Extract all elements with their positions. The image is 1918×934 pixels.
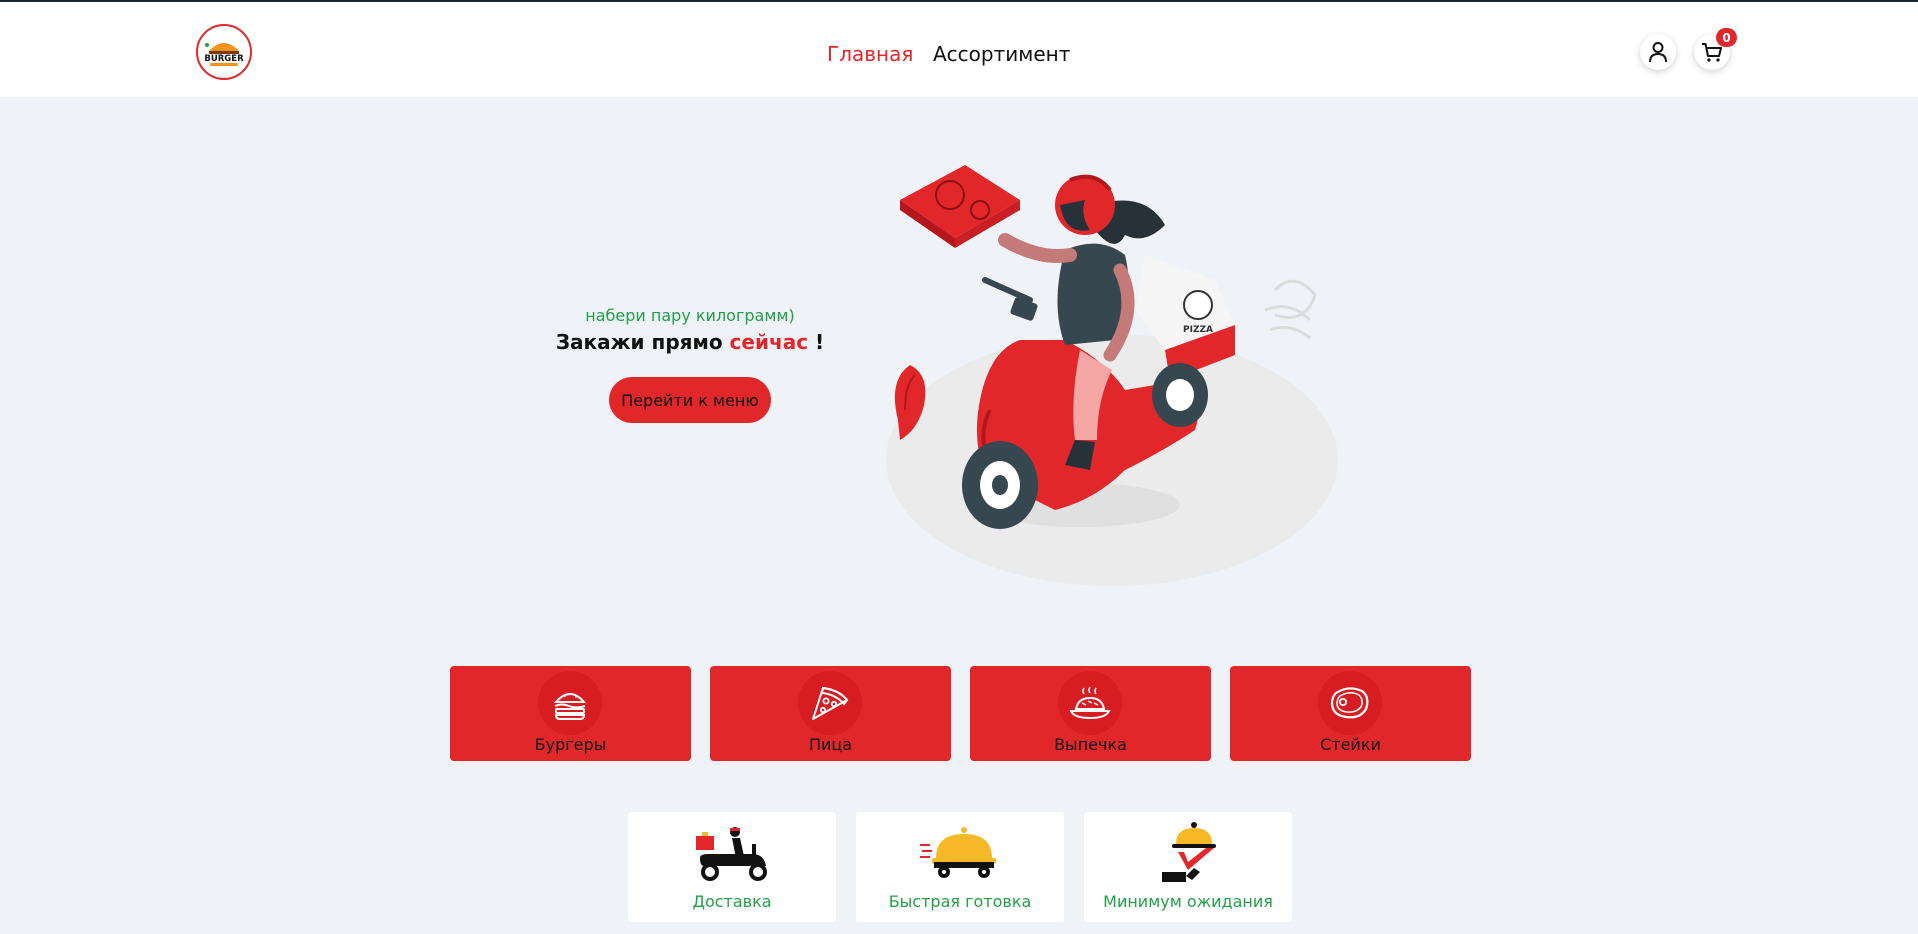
svg-text:PIZZA: PIZZA <box>1183 325 1213 335</box>
hero-title: Закажи прямо сейчас ! <box>555 330 825 354</box>
pastry-icon <box>1069 686 1111 720</box>
category-pizza[interactable]: Пица <box>710 666 951 761</box>
category-steaks[interactable]: Стейки <box>1230 666 1471 761</box>
category-icon-bg <box>1318 671 1382 735</box>
feature-delivery: Доставка <box>628 812 836 922</box>
category-burgers[interactable]: Бургеры <box>450 666 691 761</box>
go-to-menu-button[interactable]: Перейти к меню <box>609 377 771 423</box>
site-header: BURGER Главная Ассортимент 0 <box>0 2 1918 97</box>
hero-subtitle: набери пару килограмм) <box>585 306 795 325</box>
category-icon-bg <box>1058 671 1122 735</box>
category-icon-bg <box>798 671 862 735</box>
category-label: Пица <box>808 735 853 754</box>
fast-cloche-icon <box>920 827 996 878</box>
feature-fast-cooking: Быстрая готовка <box>856 812 1064 922</box>
delivery-scooter-illustration: PIZZA <box>886 165 1338 586</box>
category-icon-bg <box>538 671 602 735</box>
category-pastry[interactable]: Выпечка <box>970 666 1211 761</box>
user-icon <box>1649 42 1667 63</box>
nav-assortment-link[interactable]: Ассортимент <box>933 42 1070 66</box>
svg-text:BURGER: BURGER <box>204 54 244 64</box>
serving-cloche-icon <box>1162 822 1216 882</box>
feature-label: Доставка <box>692 892 772 911</box>
category-label: Бургеры <box>534 735 607 754</box>
pizza-icon <box>812 686 849 720</box>
logo[interactable]: BURGER <box>196 24 252 80</box>
delivery-scooter-icon <box>696 827 767 881</box>
burger-logo-icon: BURGER <box>204 43 244 66</box>
feature-label: Быстрая готовка <box>888 892 1032 911</box>
steak-icon <box>1330 687 1369 719</box>
feature-minimal-wait: Минимум ожидания <box>1084 812 1292 922</box>
account-button[interactable] <box>1640 34 1676 70</box>
cart-count-badge: 0 <box>1716 28 1737 47</box>
feature-label: Минимум ожидания <box>1103 892 1273 911</box>
category-label: Выпечка <box>1054 735 1127 754</box>
burger-icon <box>553 693 587 720</box>
category-label: Стейки <box>1320 735 1381 754</box>
nav-home-link[interactable]: Главная <box>827 42 913 66</box>
